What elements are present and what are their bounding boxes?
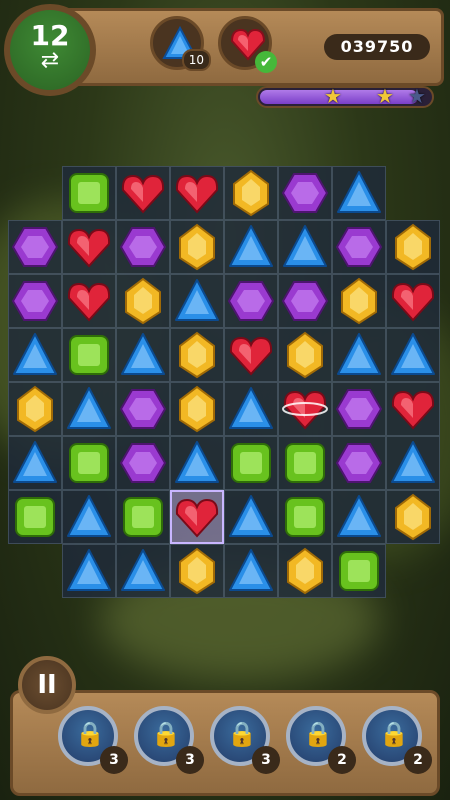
green-gem-icon[interactable] [224,436,278,490]
blue-gem-icon[interactable] [62,490,116,544]
blue-gem-icon[interactable] [170,274,224,328]
blue-gem-icon[interactable] [332,166,386,220]
blue-gem-icon[interactable] [116,544,170,598]
blue-gem-icon[interactable] [8,328,62,382]
red-gem-icon[interactable] [62,220,116,274]
yellow-gem-icon[interactable] [278,544,332,598]
purple-gem-icon[interactable] [116,382,170,436]
purple-gem-icon[interactable] [8,274,62,328]
purple-gem-icon[interactable] [332,382,386,436]
pause-button[interactable]: II [18,656,76,714]
green-gem-icon[interactable] [62,436,116,490]
red-gem-icon[interactable] [116,166,170,220]
green-gem-icon[interactable] [278,490,332,544]
purple-gem-icon[interactable] [224,274,278,328]
blue-gem-icon[interactable] [116,328,170,382]
blue-gem-icon[interactable] [224,544,278,598]
yellow-gem-icon[interactable] [332,274,386,328]
purple-gem-icon[interactable] [332,220,386,274]
blue-gem-icon[interactable] [386,328,440,382]
green-gem-icon[interactable] [62,166,116,220]
yellow-gem-icon[interactable] [170,382,224,436]
red-gem-icon[interactable] [62,274,116,328]
yellow-gem-icon[interactable] [170,544,224,598]
yellow-gem-icon[interactable] [116,274,170,328]
yellow-gem-icon[interactable] [278,328,332,382]
blue-gem-icon[interactable] [332,328,386,382]
blue-gem-icon[interactable] [62,382,116,436]
purple-gem-icon[interactable] [116,436,170,490]
purple-gem-icon[interactable] [8,220,62,274]
yellow-gem-icon[interactable] [386,490,440,544]
yellow-gem-icon[interactable] [8,382,62,436]
blue-gem-icon[interactable] [332,490,386,544]
blue-gem-icon[interactable] [62,544,116,598]
red-gem-icon[interactable] [170,166,224,220]
green-gem-icon[interactable] [116,490,170,544]
booster-count: 2 [404,746,432,774]
yellow-gem-icon[interactable] [170,328,224,382]
blue-gem-icon[interactable] [278,220,332,274]
green-gem-icon[interactable] [8,490,62,544]
booster-slot-5[interactable]: 🔒 2 [362,706,432,774]
booster-count: 3 [176,746,204,774]
purple-gem-icon[interactable] [116,220,170,274]
yellow-gem-icon[interactable] [170,220,224,274]
purple-gem-icon[interactable] [278,166,332,220]
lock-icon: 🔒 [227,720,257,748]
lock-icon: 🔒 [151,720,181,748]
green-gem-icon[interactable] [278,436,332,490]
booster-slot-1[interactable]: 🔒 3 [58,706,128,774]
booster-slot-4[interactable]: 🔒 2 [286,706,356,774]
booster-count: 2 [328,746,356,774]
pause-icon: II [37,670,57,700]
blue-gem-icon[interactable] [8,436,62,490]
booster-count: 3 [100,746,128,774]
blue-gem-icon[interactable] [386,436,440,490]
lock-icon: 🔒 [75,720,105,748]
green-gem-icon[interactable] [332,544,386,598]
blue-gem-icon[interactable] [224,220,278,274]
red-gem-icon[interactable] [386,382,440,436]
red-gem-icon[interactable] [170,490,224,544]
blue-gem-icon[interactable] [224,382,278,436]
lock-icon: 🔒 [379,720,409,748]
booster-count: 3 [252,746,280,774]
red-gem-icon[interactable] [224,328,278,382]
yellow-gem-icon[interactable] [386,220,440,274]
purple-gem-icon[interactable] [332,436,386,490]
booster-slot-2[interactable]: 🔒 3 [134,706,204,774]
red-gem-icon[interactable] [278,382,332,436]
lock-icon: 🔒 [303,720,333,748]
blue-gem-icon[interactable] [224,490,278,544]
booster-slot-3[interactable]: 🔒 3 [210,706,280,774]
red-gem-icon[interactable] [386,274,440,328]
green-gem-icon[interactable] [62,328,116,382]
purple-gem-icon[interactable] [278,274,332,328]
blue-gem-icon[interactable] [170,436,224,490]
yellow-gem-icon[interactable] [224,166,278,220]
